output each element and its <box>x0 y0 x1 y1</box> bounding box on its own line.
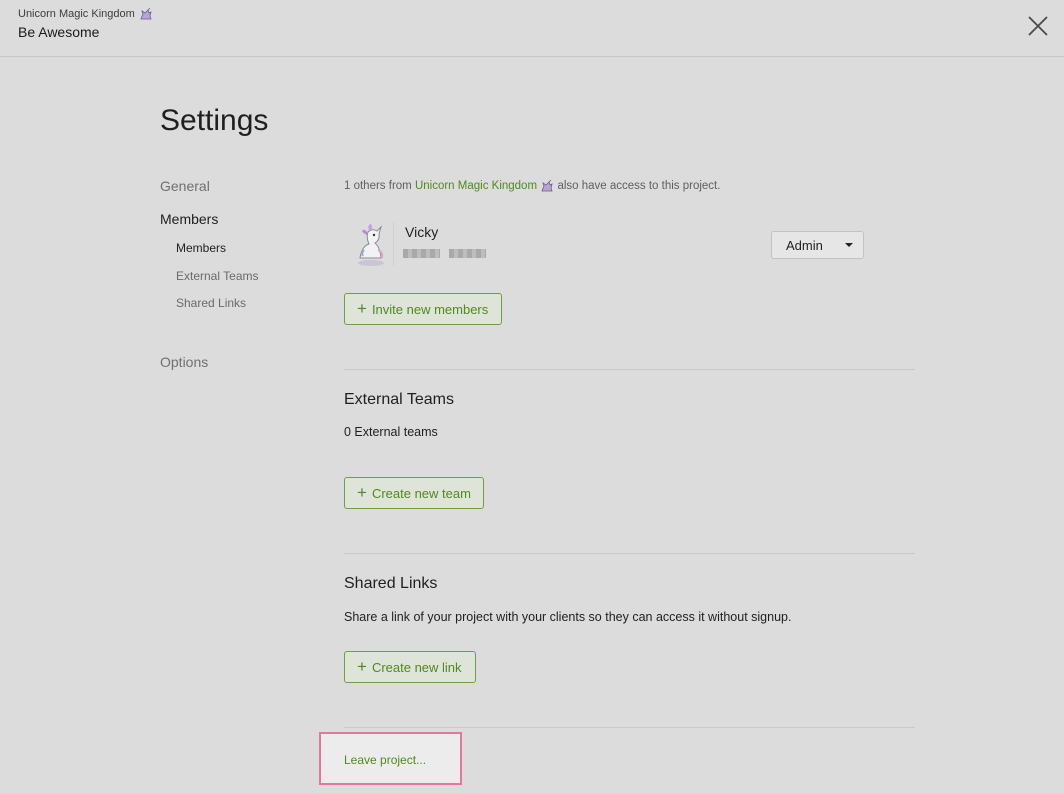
leave-project-link[interactable]: Leave project... <box>344 753 426 767</box>
unicorn-icon <box>140 8 152 20</box>
sidebar-subitem-members[interactable]: Members <box>176 241 226 255</box>
role-dropdown[interactable]: Admin <box>771 231 864 259</box>
unicorn-icon <box>541 180 553 192</box>
redacted-email-part <box>449 249 486 258</box>
org-name: Unicorn Magic Kingdom <box>18 8 135 20</box>
sidebar-item-members[interactable]: Members <box>160 211 218 227</box>
create-link-button[interactable]: + Create new link <box>344 651 476 683</box>
access-note-suffix: also have access to this project. <box>557 180 721 193</box>
create-link-label: Create new link <box>371 659 462 675</box>
invite-members-button[interactable]: + Invite new members <box>344 293 502 325</box>
project-name: Be Awesome <box>18 24 100 40</box>
sidebar-item-options[interactable]: Options <box>160 354 208 370</box>
leave-project-highlight[interactable]: Leave project... <box>319 732 462 785</box>
plus-icon: + <box>357 656 367 676</box>
caret-down-icon <box>845 243 853 247</box>
shared-links-title: Shared Links <box>344 575 438 592</box>
page-title: Settings <box>160 104 269 137</box>
external-teams-count: 0 External teams <box>344 425 438 439</box>
sidebar-item-general[interactable]: General <box>160 178 210 194</box>
sidebar-subitem-external-teams[interactable]: External Teams <box>176 269 258 283</box>
access-note-org-link[interactable]: Unicorn Magic Kingdom <box>415 180 537 192</box>
top-bar: Unicorn Magic Kingdom Be Awesome <box>0 0 1064 57</box>
access-note: 1 others from Unicorn Magic Kingdom also… <box>344 180 720 192</box>
redacted-email-part <box>403 249 440 258</box>
external-teams-title: External Teams <box>344 391 454 408</box>
plus-icon: + <box>357 298 367 318</box>
plus-icon: + <box>357 482 367 502</box>
section-divider <box>344 369 915 370</box>
role-label: Admin <box>786 238 823 253</box>
avatar <box>358 224 384 266</box>
invite-members-label: Invite new members <box>371 301 489 317</box>
member-name: Vicky <box>405 224 439 240</box>
create-team-button[interactable]: + Create new team <box>344 477 484 509</box>
avatar-divider <box>393 222 394 266</box>
sidebar-subitem-shared-links[interactable]: Shared Links <box>176 296 246 310</box>
org-line: Unicorn Magic Kingdom <box>18 8 153 20</box>
create-team-label: Create new team <box>371 485 471 501</box>
access-note-prefix: 1 others from <box>344 180 412 193</box>
section-divider <box>344 553 915 554</box>
close-icon[interactable] <box>1026 14 1050 38</box>
shared-links-description: Share a link of your project with your c… <box>344 610 792 624</box>
section-divider <box>344 727 915 728</box>
